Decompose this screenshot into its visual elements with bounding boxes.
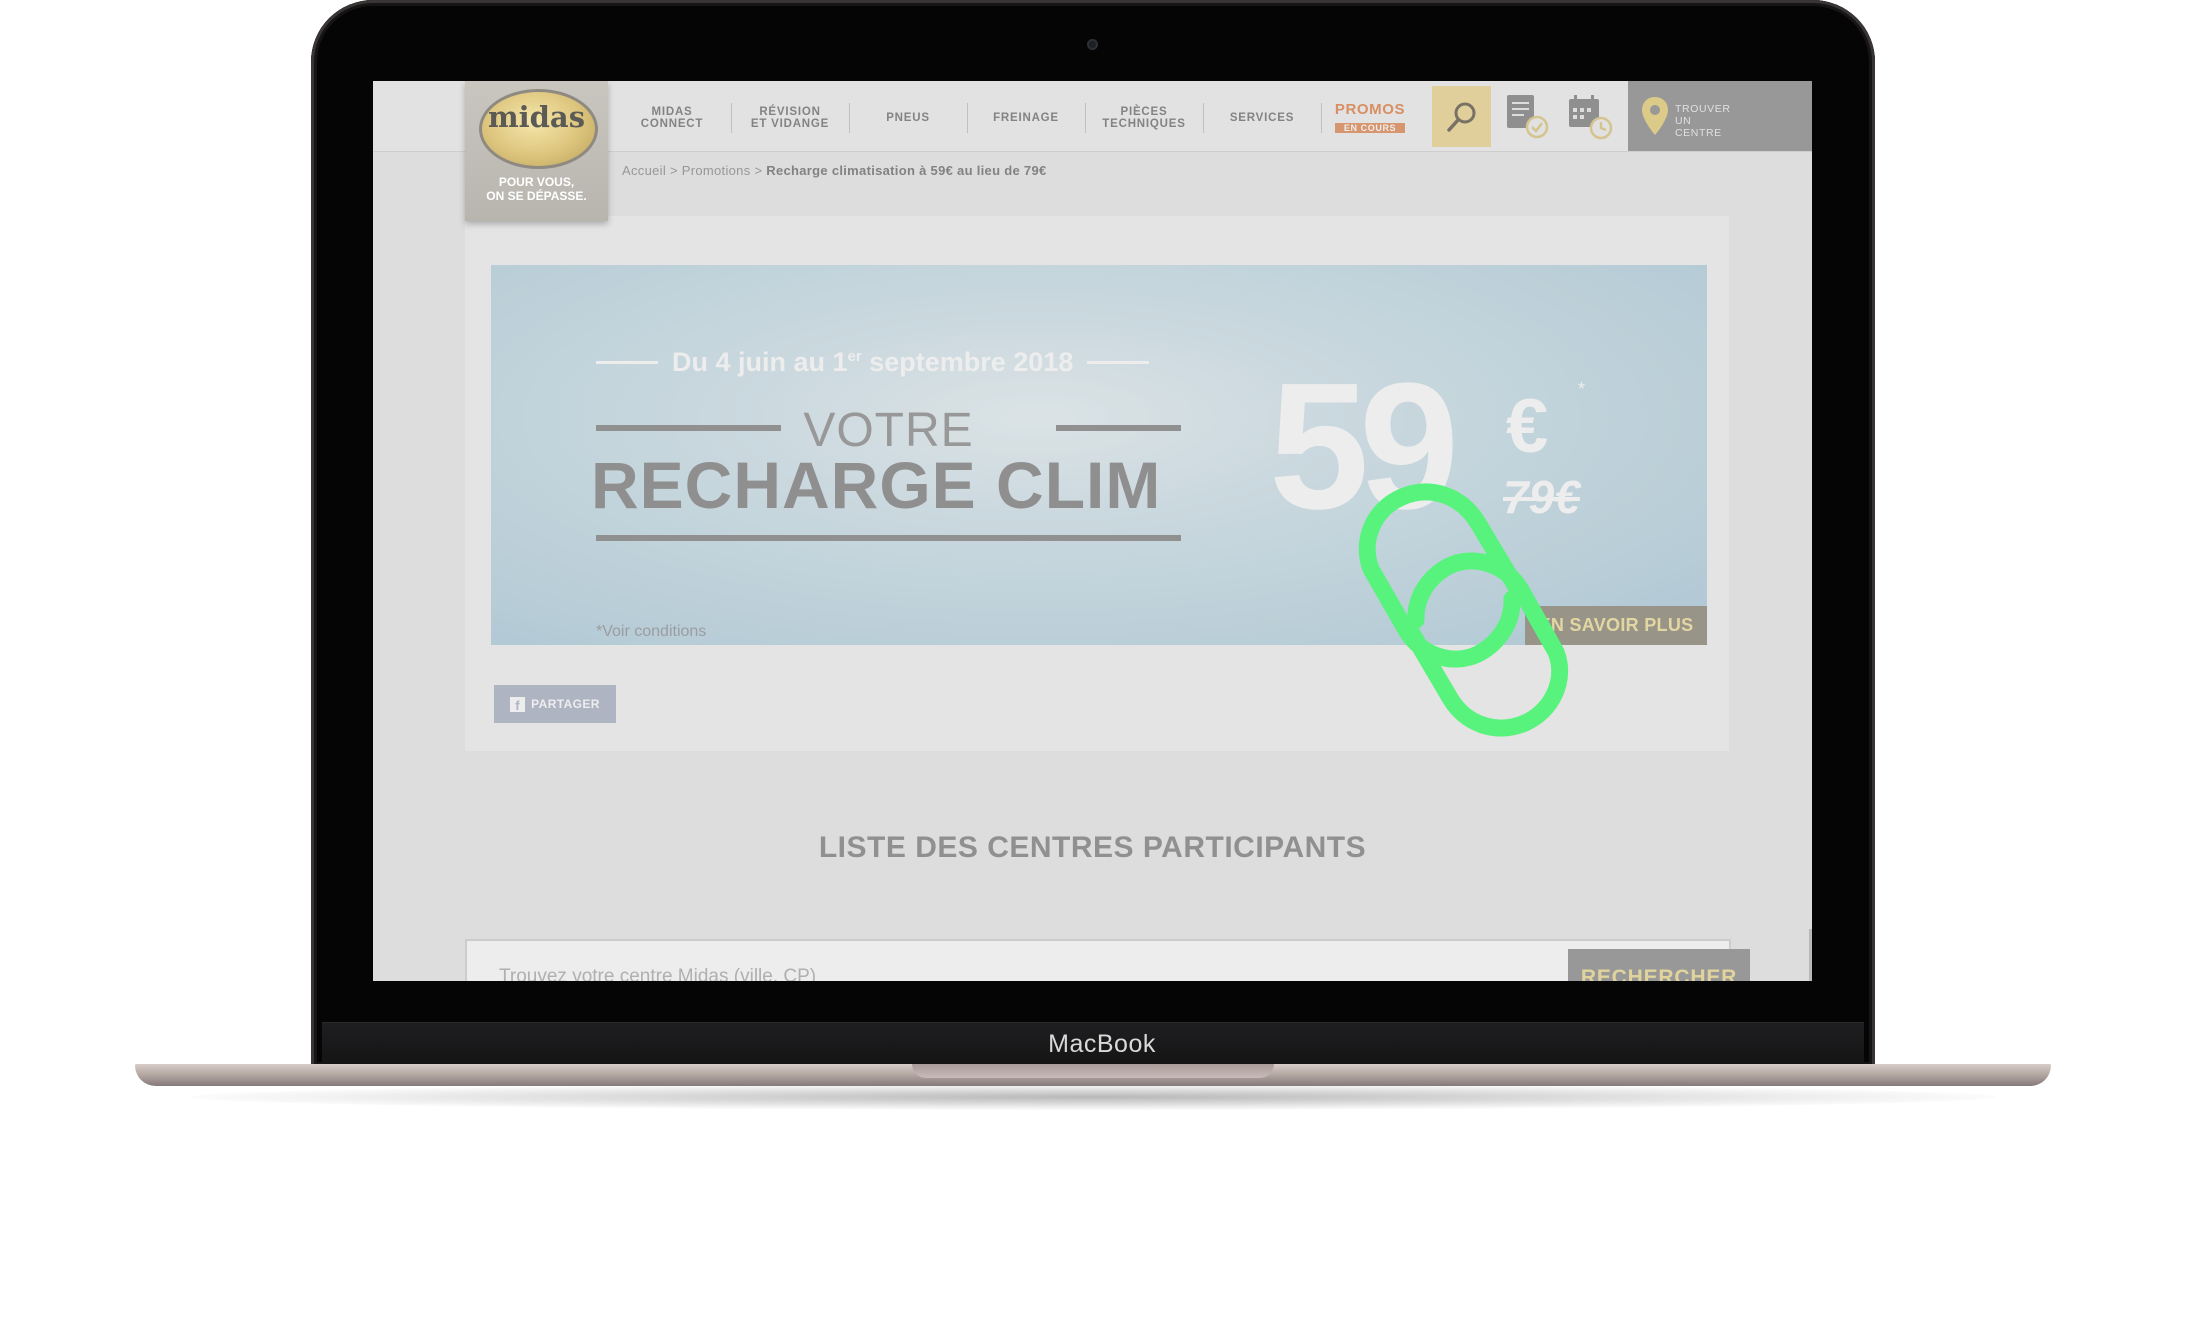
breadcrumb-separator: > <box>669 163 678 178</box>
center-search-input[interactable] <box>497 965 1401 981</box>
find-center-label: TROUVER UN CENTRE <box>1675 103 1731 139</box>
nav-revision-vidange[interactable]: RÉVISION ET VIDANGE <box>731 103 850 133</box>
breadcrumb: Accueil > Promotions > Recharge climatis… <box>622 163 1047 178</box>
breadcrumb-separator: > <box>754 163 763 178</box>
scrollbar-thumb[interactable] <box>1809 929 1812 981</box>
centers-section-title: LISTE DES CENTRES PARTICIPANTS <box>818 831 1367 864</box>
breadcrumb-promotions[interactable]: Promotions <box>682 163 751 178</box>
banner-dates-text: Du 4 juin au 1er septembre 2018 <box>672 346 1074 377</box>
midas-logo[interactable]: midas POUR VOUS, ON SE DÉPASSE. <box>465 81 608 221</box>
promo-sublabel: EN COURS <box>1334 123 1406 133</box>
promo-label: PROMOS <box>1334 101 1406 118</box>
nav-freinage[interactable]: FREINAGE <box>967 103 1086 133</box>
find-center-button[interactable]: TROUVER UN CENTRE <box>1628 81 1812 151</box>
nav-promos[interactable]: PROMOS EN COURS <box>1323 101 1417 135</box>
calendar-clock-icon[interactable] <box>1566 93 1614 141</box>
banner-dash <box>1087 360 1150 364</box>
search-icon <box>1446 102 1475 132</box>
breadcrumb-home[interactable]: Accueil <box>622 163 666 178</box>
share-label: PARTAGER <box>531 697 600 711</box>
banner-dates: Du 4 juin au 1er septembre 2018 <box>596 347 1181 377</box>
breadcrumb-current: Recharge climatisation à 59€ au lieu de … <box>766 163 1047 178</box>
logo-wordmark: midas <box>487 100 586 134</box>
banner-asterisk: * <box>1578 379 1586 399</box>
nav-pneus[interactable]: PNEUS <box>849 103 968 133</box>
facebook-share-button[interactable]: f PARTAGER <box>494 685 616 723</box>
device-brand-label: MacBook <box>1048 1030 1156 1058</box>
center-search-panel: RECHERCHER <box>465 939 1750 981</box>
nav-midas-connect[interactable]: MIDAS CONNECT <box>613 103 732 133</box>
banner-rule <box>596 535 1181 541</box>
laptop-hinge-notch <box>912 1064 1274 1078</box>
banner-recharge-clim: RECHARGE CLIM <box>591 448 1162 522</box>
nav-pieces-techniques[interactable]: PIÈCES TECHNIQUES <box>1085 103 1204 133</box>
webcam <box>1087 39 1098 50</box>
map-pin-icon <box>1642 97 1668 135</box>
quote-checklist-icon[interactable] <box>1504 93 1552 141</box>
header-search-button[interactable] <box>1432 86 1491 147</box>
link-chain-icon <box>1358 483 1569 737</box>
nav-services[interactable]: SERVICES <box>1203 103 1322 133</box>
logo-tagline: POUR VOUS, ON SE DÉPASSE. <box>486 175 587 203</box>
center-search-button[interactable]: RECHERCHER <box>1568 949 1750 981</box>
banner-conditions: *Voir conditions <box>596 623 707 640</box>
banner-dash <box>596 360 658 364</box>
facebook-icon: f <box>510 696 526 712</box>
browser-viewport: MIDAS CONNECT RÉVISION ET VIDANGE PNEUS … <box>373 81 1812 981</box>
laptop-shadow <box>190 1084 1996 1110</box>
